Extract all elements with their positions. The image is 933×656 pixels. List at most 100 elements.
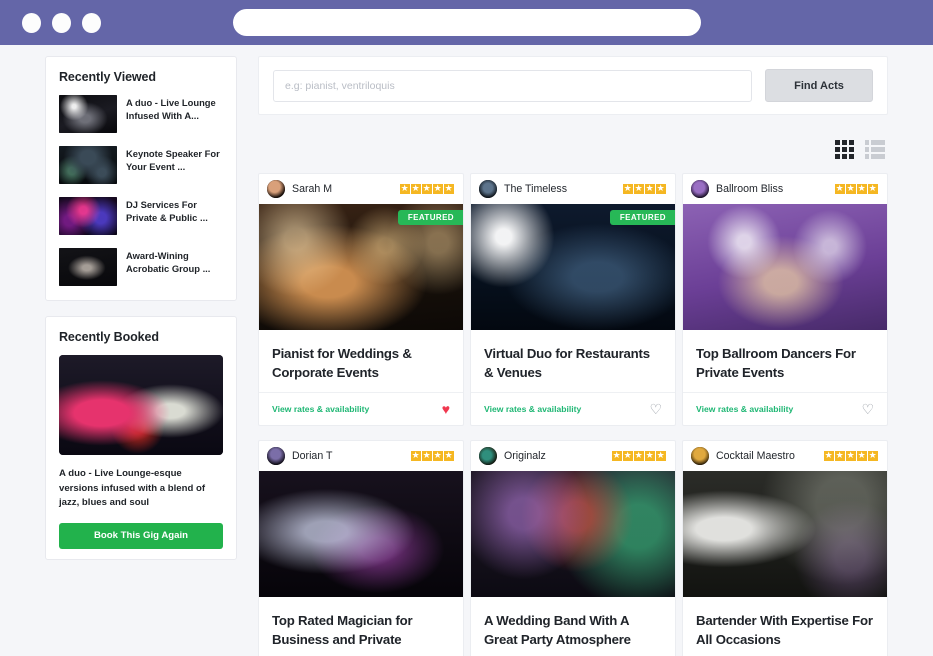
rating-star [411,449,421,461]
list-view-icon[interactable] [865,139,885,159]
act-card-image[interactable] [259,471,463,597]
act-card[interactable]: Dorian T Top Rated Magician for Business … [258,440,464,656]
rating-star [444,449,454,461]
artist-name: Dorian T [292,450,333,462]
view-rates-link[interactable]: View rates & availability [484,404,581,414]
recently-viewed-item[interactable]: Keynote Speaker For Your Event ... [59,146,223,184]
recently-booked-title: Recently Booked [59,330,159,344]
browser-url-bar[interactable] [233,9,701,36]
rating-star [444,182,454,194]
window-control-maximize[interactable] [82,12,101,33]
act-card-image[interactable]: FEATURED [259,204,463,330]
artist-name: Sarah M [292,183,333,195]
page-body: Recently Viewed A duo - Live Lounge Infu… [0,45,933,656]
act-card[interactable]: Sarah M FEATURED Pianist for Weddings & Co… [258,173,464,426]
recently-viewed-list: A duo - Live Lounge Infused With A... Key… [59,95,223,286]
act-card[interactable]: Ballroom Bliss Top Ballroom Dancers For P… [682,173,888,426]
recently-viewed-item-label: Award-Wining Acrobatic Group ... [126,250,211,275]
act-card-header: Sarah M [259,174,463,204]
window-control-minimize[interactable] [52,12,71,33]
recently-booked-image [59,355,223,455]
rating-star [623,182,633,194]
act-card-image[interactable] [683,204,887,330]
act-card-footer: View rates & availability ♥ [259,392,463,425]
recently-viewed-title: Recently Viewed [59,70,156,84]
act-card-title[interactable]: A Wedding Band With A Great Party Atmosp… [471,597,675,656]
rating-star [433,182,443,194]
recently-viewed-thumbnail [59,146,117,184]
act-card[interactable]: Cocktail Maestro Bartender With Expertise… [682,440,888,656]
rating-star [835,182,845,194]
recently-viewed-thumbnail [59,95,117,133]
favorite-heart-icon[interactable]: ♥ [442,402,450,416]
search-input[interactable] [273,69,752,102]
recently-booked-panel: Recently Booked A duo - Live Lounge-esqu… [45,316,237,560]
act-card-header: Cocktail Maestro [683,441,887,471]
acts-grid: Sarah M FEATURED Pianist for Weddings & Co… [258,173,888,656]
avatar [479,180,497,198]
rating-star [857,449,867,461]
act-card-header: The Timeless [471,174,675,204]
photo-backdrop [267,447,285,465]
photo-backdrop [471,471,675,597]
rating-stars [835,182,878,194]
rating-star [868,182,878,194]
window-control-close[interactable] [22,12,41,33]
recently-viewed-item[interactable]: A duo - Live Lounge Infused With A... [59,95,223,133]
recently-viewed-item[interactable]: DJ Services For Private & Public ... [59,197,223,235]
recently-viewed-item-label: Keynote Speaker For Your Event ... [126,148,220,173]
act-card-image[interactable]: FEATURED [471,204,675,330]
act-card-title[interactable]: Top Rated Magician for Business and Priv… [259,597,463,656]
act-card-title[interactable]: Top Ballroom Dancers For Private Events [683,330,887,392]
act-card-title[interactable]: Bartender With Expertise For All Occasio… [683,597,887,656]
rating-star [857,182,867,194]
recently-viewed-item-label: DJ Services For Private & Public ... [126,199,208,224]
photo-backdrop [683,204,887,330]
rating-star [656,449,666,461]
artist-name: Originalz [504,450,546,462]
act-card-image[interactable] [471,471,675,597]
featured-badge: FEATURED [397,210,463,225]
rating-star [868,449,878,461]
photo-backdrop [259,471,463,597]
act-card[interactable]: The Timeless FEATURED Virtual Duo for Rest… [470,173,676,426]
rating-star [623,449,633,461]
photo-backdrop [59,146,117,184]
recently-booked-description: A duo - Live Lounge-esque versions infus… [59,468,206,509]
rating-star [433,449,443,461]
act-card-title[interactable]: Pianist for Weddings & Corporate Events [259,330,463,392]
photo-backdrop [59,95,117,133]
act-card-title[interactable]: Virtual Duo for Restaurants & Venues [471,330,675,392]
recently-viewed-item[interactable]: Award-Wining Acrobatic Group ... [59,248,223,286]
recently-viewed-panel: Recently Viewed A duo - Live Lounge Infu… [45,56,237,301]
find-acts-button[interactable]: Find Acts [765,69,873,102]
grid-view-icon[interactable] [835,139,854,159]
rating-star [846,182,856,194]
search-bar: Find Acts [258,56,888,115]
rating-star [824,449,834,461]
book-this-gig-again-button[interactable]: Book This Gig Again [59,522,223,549]
rating-stars [612,449,666,461]
avatar [691,180,709,198]
favorite-heart-icon[interactable]: ♡ [649,402,662,416]
main-content: Find Acts Sarah M FEATURED Pianist for Wed… [258,56,888,656]
recently-viewed-thumbnail [59,248,117,286]
act-card-image[interactable] [683,471,887,597]
act-card[interactable]: Originalz A Wedding Band With A Great Par… [470,440,676,656]
photo-backdrop [691,180,709,198]
recently-viewed-item-label: A duo - Live Lounge Infused With A... [126,97,216,122]
rating-star [400,182,410,194]
avatar [479,447,497,465]
rating-star [411,182,421,194]
photo-backdrop [683,471,887,597]
avatar [267,180,285,198]
artist-name: The Timeless [504,183,567,195]
browser-chrome [0,0,933,45]
artist-name: Ballroom Bliss [716,183,784,195]
view-rates-link[interactable]: View rates & availability [696,404,793,414]
view-rates-link[interactable]: View rates & availability [272,404,369,414]
rating-star [835,449,845,461]
photo-backdrop [59,197,117,235]
favorite-heart-icon[interactable]: ♡ [861,402,874,416]
rating-star [645,449,655,461]
